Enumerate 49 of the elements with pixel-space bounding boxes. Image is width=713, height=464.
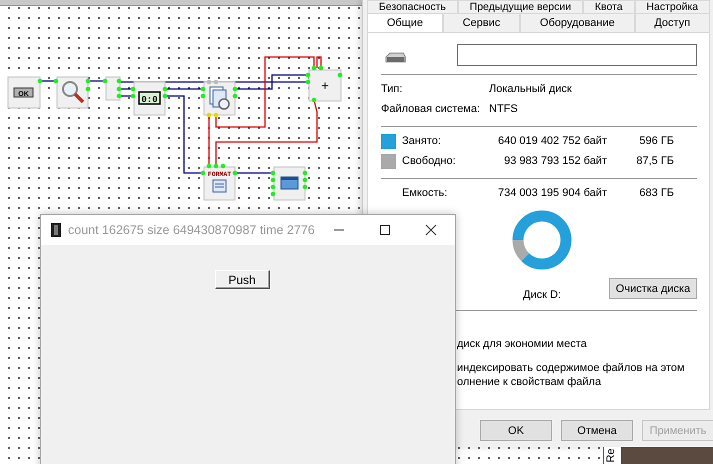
dialog-tab[interactable]: Доступ [634, 13, 710, 32]
field-value: NTFS [489, 103, 518, 115]
wire [165, 88, 203, 90]
push-button[interactable]: Push [214, 270, 270, 289]
field-label: Файловая система: [381, 103, 482, 115]
dialog-button[interactable]: OK [480, 420, 552, 441]
drive-icon [385, 52, 406, 64]
field-value: 734 003 195 904 байт [497, 187, 607, 199]
wire [40, 80, 56, 82]
dialog-tab[interactable]: Безопасность [367, 0, 458, 13]
film-icon [51, 223, 61, 237]
maximize-icon[interactable] [379, 224, 391, 236]
component-block [102, 76, 122, 100]
dialog-tab[interactable]: Квота [583, 0, 635, 13]
document-icon [212, 180, 226, 192]
option-text: индексировать содержимое файлов на этом [457, 361, 686, 375]
donut-drawing [511, 209, 573, 271]
close-icon[interactable] [425, 224, 437, 236]
block-label: + [321, 78, 329, 93]
field-label: Занято: [402, 135, 442, 147]
field-value: 87,5 ГБ [635, 155, 674, 167]
component-block [54, 76, 90, 108]
dialog-tab[interactable]: Общие [367, 13, 443, 32]
wire [208, 115, 210, 166]
window-title: count 162675 size 649430870987 time 2776 [68, 223, 315, 237]
cleanup-button[interactable]: Очистка диска [609, 278, 697, 299]
wire [235, 172, 273, 174]
dialog-tab[interactable]: Настройка [634, 0, 710, 13]
field-value: Локальный диск [489, 83, 572, 95]
dialog-button[interactable]: Отмена [561, 420, 633, 441]
vertical-label: Re [604, 447, 618, 464]
name-field[interactable] [457, 44, 697, 66]
dialog-tab[interactable]: Сервис [442, 13, 520, 32]
field-label: Свободно: [402, 155, 457, 167]
field-value: 640 019 402 752 байт [497, 135, 607, 147]
wire [88, 80, 105, 82]
dialog-tab[interactable]: Предыдущие версии [458, 0, 584, 13]
field-label: Тип: [381, 83, 404, 95]
component-block [200, 80, 238, 118]
block-label: 0:0 [141, 95, 158, 105]
component-block [270, 166, 308, 200]
field-value: 683 ГБ [638, 187, 674, 199]
disk-label: Диск D: [523, 289, 561, 301]
option-text: олнение к свойствам файла [457, 375, 602, 389]
field-value: 596 ГБ [638, 135, 674, 147]
field-label: Емкость: [402, 187, 448, 199]
dialog-tab[interactable]: Оборудование [520, 13, 635, 32]
option-text: диск для экономии места [457, 337, 588, 351]
field-value: 93 983 793 152 байт [503, 155, 607, 167]
